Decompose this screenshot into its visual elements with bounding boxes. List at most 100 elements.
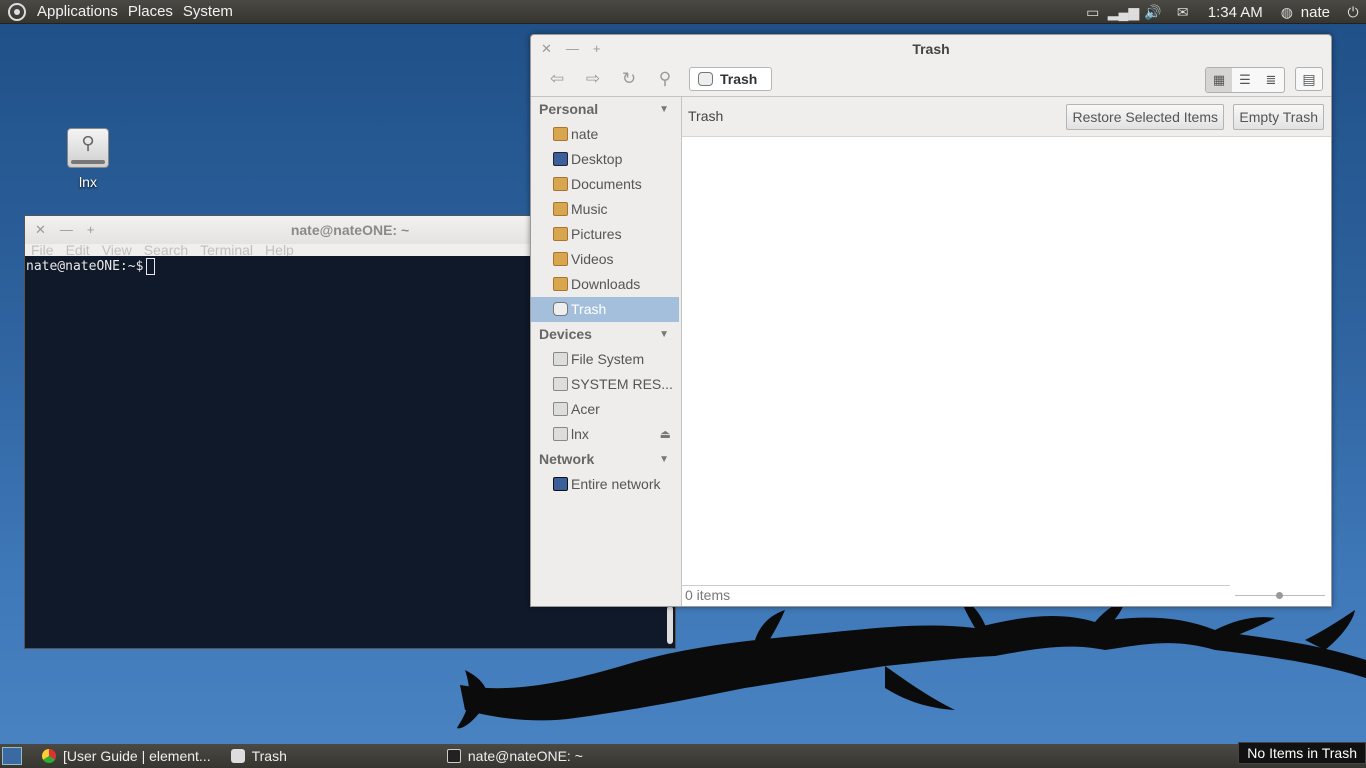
trash-icon — [698, 72, 713, 86]
menu-places[interactable]: Places — [123, 3, 178, 20]
hard-drive-icon — [553, 377, 568, 391]
taskbar-item-browser[interactable]: [User Guide | element... — [22, 748, 211, 764]
minimize-icon[interactable]: — — [60, 216, 73, 244]
maximize-icon[interactable]: + — [87, 216, 95, 244]
music-folder-icon — [553, 202, 568, 216]
breadcrumb-label: Trash — [720, 71, 758, 87]
sidebar-item-label: Music — [571, 201, 608, 217]
file-view[interactable]: Trash Restore Selected Items Empty Trash… — [681, 97, 1331, 606]
sidebar-item-lnx[interactable]: lnx ⏏ — [531, 422, 681, 447]
battery-icon[interactable]: ▭ — [1078, 4, 1108, 21]
eject-icon[interactable]: ⏏ — [660, 422, 671, 447]
sidebar-item-documents[interactable]: Documents — [531, 172, 681, 197]
menu-system[interactable]: System — [178, 3, 238, 20]
sidebar-item-label: File System — [571, 351, 645, 367]
sidebar-heading-label: Devices — [539, 326, 592, 342]
terminal-menu-search[interactable]: Search — [144, 244, 188, 256]
home-folder-icon — [553, 127, 568, 141]
terminal-menu-terminal[interactable]: Terminal — [200, 244, 253, 256]
terminal-menu-file[interactable]: File — [31, 244, 54, 256]
sidebar-item-label: Entire network — [571, 476, 661, 492]
close-icon[interactable]: ✕ — [35, 216, 46, 244]
sidebar-item-trash[interactable]: Trash — [531, 297, 679, 322]
forward-arrow-icon[interactable]: ⇨ — [575, 69, 611, 89]
zoom-slider-handle[interactable] — [1276, 592, 1283, 599]
empty-trash-button[interactable]: Empty Trash — [1233, 104, 1324, 130]
usb-drive-icon — [553, 427, 568, 441]
terminal-prompt: nate@nateONE:~$ — [26, 259, 144, 274]
collapse-triangle-icon[interactable]: ▼ — [659, 322, 669, 347]
user-menu[interactable]: nate — [1297, 4, 1340, 21]
power-icon[interactable]: ⏻ — [1340, 4, 1366, 21]
sidebar-item-downloads[interactable]: Downloads — [531, 272, 681, 297]
trash-infobar: Trash Restore Selected Items Empty Trash — [682, 97, 1331, 137]
documents-folder-icon — [553, 177, 568, 191]
desktop-icon-label: lnx — [79, 174, 97, 190]
sidebar-item-nate[interactable]: nate — [531, 122, 681, 147]
sidebar-item-acer[interactable]: Acer — [531, 397, 681, 422]
restore-selected-items-button[interactable]: Restore Selected Items — [1066, 104, 1224, 130]
tooltip: No Items in Trash — [1238, 742, 1366, 764]
volume-icon[interactable]: 🔊 — [1138, 4, 1168, 21]
user-icon[interactable]: ◍ — [1277, 4, 1297, 21]
minimize-icon[interactable]: — — [566, 35, 579, 63]
network-signal-icon[interactable]: ▂▄▆ — [1108, 4, 1139, 21]
search-icon[interactable]: ⚲ — [647, 69, 683, 89]
file-manager-titlebar[interactable]: ✕ — + Trash — [531, 35, 1331, 63]
sidebar-item-entire-network[interactable]: Entire network — [531, 472, 681, 497]
taskbar-item-terminal[interactable]: nate@nateONE: ~ — [287, 748, 583, 764]
sidebar-item-label: Documents — [571, 176, 642, 192]
back-arrow-icon[interactable]: ⇦ — [539, 69, 575, 89]
icon-view-icon[interactable]: ▦ — [1206, 68, 1232, 92]
network-icon — [553, 477, 568, 491]
file-manager-body: Personal ▼ nate Desktop Documents Music … — [531, 96, 1331, 606]
sidebar-heading-devices[interactable]: Devices ▼ — [531, 322, 681, 347]
hard-drive-icon — [553, 402, 568, 416]
menu-icon[interactable]: ▤ — [1295, 67, 1323, 91]
show-desktop-icon[interactable] — [2, 747, 22, 765]
sidebar-heading-personal[interactable]: Personal ▼ — [531, 97, 681, 122]
terminal-cursor — [146, 258, 156, 275]
terminal-title: nate@nateONE: ~ — [290, 222, 410, 238]
usb-drive-icon: ⚲ — [67, 128, 109, 168]
sidebar-item-music[interactable]: Music — [531, 197, 681, 222]
trash-icon — [553, 302, 568, 316]
ubuntu-logo-icon[interactable] — [8, 2, 26, 21]
view-switcher: ▦ ☰ ≣ — [1205, 67, 1285, 93]
collapse-triangle-icon[interactable]: ▼ — [659, 447, 669, 472]
file-manager-window[interactable]: ✕ — + Trash ⇦ ⇨ ↻ ⚲ Trash ▦ ☰ ≣ ▤ Person… — [530, 34, 1332, 607]
sidebar-item-label: Downloads — [571, 276, 641, 292]
terminal-menu-help[interactable]: Help — [265, 244, 294, 256]
menu-applications[interactable]: Applications — [32, 3, 123, 20]
chrome-icon — [42, 749, 56, 763]
terminal-scrollbar[interactable] — [667, 606, 673, 644]
sidebar-heading-network[interactable]: Network ▼ — [531, 447, 681, 472]
terminal-menu-view[interactable]: View — [102, 244, 132, 256]
compact-view-icon[interactable]: ≣ — [1258, 68, 1284, 92]
pictures-folder-icon — [553, 227, 568, 241]
clock[interactable]: 1:34 AM — [1198, 4, 1277, 21]
desktop-icon-lnx[interactable]: ⚲ lnx — [60, 128, 116, 190]
sidebar-item-file-system[interactable]: File System — [531, 347, 681, 372]
breadcrumb-trash[interactable]: Trash — [689, 67, 773, 91]
videos-folder-icon — [553, 252, 568, 266]
sidebar-item-label: SYSTEM RES... — [571, 376, 673, 392]
top-panel: Applications Places System ▭ ▂▄▆ 🔊 ✉ 1:3… — [0, 0, 1366, 24]
mail-icon[interactable]: ✉ — [1168, 4, 1198, 21]
desktop-icon — [553, 152, 568, 166]
terminal-icon — [446, 749, 461, 763]
collapse-triangle-icon[interactable]: ▼ — [659, 97, 669, 122]
close-icon[interactable]: ✕ — [541, 35, 552, 63]
taskbar-item-trash[interactable]: Trash — [211, 748, 287, 764]
sidebar-item-videos[interactable]: Videos — [531, 247, 681, 272]
sidebar-item-desktop[interactable]: Desktop — [531, 147, 681, 172]
status-bar: 0 items — [682, 585, 1331, 606]
sidebar-item-label: Desktop — [571, 151, 623, 167]
infobar-label: Trash — [688, 108, 724, 124]
terminal-menu-edit[interactable]: Edit — [66, 244, 90, 256]
reload-icon[interactable]: ↻ — [611, 69, 647, 89]
sidebar-item-pictures[interactable]: Pictures — [531, 222, 681, 247]
maximize-icon[interactable]: + — [593, 35, 601, 63]
list-view-icon[interactable]: ☰ — [1232, 68, 1258, 92]
sidebar-item-system-reserved[interactable]: SYSTEM RES... — [531, 372, 681, 397]
